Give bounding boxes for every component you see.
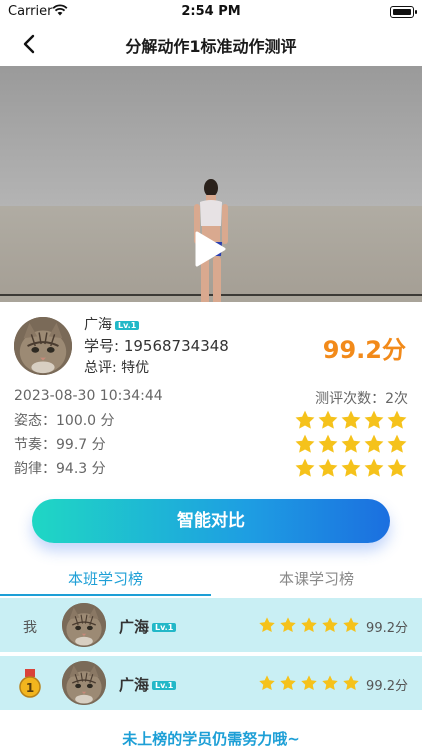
star-icon: [386, 457, 408, 479]
ranking-score: 99.2分: [366, 621, 408, 636]
star-icon: [279, 616, 297, 634]
avatar[interactable]: [14, 317, 72, 375]
ranking-stars: [258, 674, 360, 692]
star-icon: [363, 457, 385, 479]
metric-rhythm: 节奏：99.7 分: [14, 434, 408, 458]
star-icon: [340, 457, 362, 479]
ranking-tabs: 本班学习榜 本课学习榜: [0, 562, 422, 596]
star-icon: [317, 409, 339, 431]
metric-cadence-stars: [294, 457, 408, 479]
play-icon[interactable]: [193, 230, 227, 268]
list-item[interactable]: 我 广海 Lv.1 99.2分: [0, 598, 422, 652]
star-icon: [258, 674, 276, 692]
video-player[interactable]: [0, 66, 422, 302]
overall-eval-value: 特优: [121, 360, 150, 376]
student-id-label: 学号:: [84, 337, 120, 355]
star-icon: [342, 616, 360, 634]
tab-class-ranking[interactable]: 本班学习榜: [0, 568, 211, 589]
footer-encouragement: 未上榜的学员仍需努力哦~: [122, 730, 300, 748]
metric-cadence-label: 韵律：94.3 分: [14, 461, 106, 477]
metric-cadence: 韵律：94.3 分: [14, 458, 408, 482]
status-bar: Carrier 2:54 PM: [0, 0, 422, 24]
eval-count: 测评次数：2次: [315, 391, 408, 407]
level-badge: Lv.1: [152, 623, 177, 632]
medal-rank-number: 1: [26, 681, 34, 695]
star-icon: [294, 409, 316, 431]
star-icon: [340, 433, 362, 455]
star-icon: [386, 433, 408, 455]
star-icon: [279, 674, 297, 692]
nav-bar: 分解动作1标准动作测评: [0, 24, 422, 64]
star-icon: [317, 457, 339, 479]
metric-posture: 姿态：100.0 分: [14, 410, 408, 434]
ranking-name: 广海: [119, 676, 150, 694]
tab-course-ranking[interactable]: 本课学习榜: [211, 568, 422, 589]
star-icon: [317, 433, 339, 455]
star-icon: [342, 674, 360, 692]
smart-compare-button[interactable]: 智能对比: [32, 499, 390, 543]
student-id-row: 学号: 19568734348: [84, 335, 229, 356]
student-id-value: 19568734348: [123, 337, 229, 355]
rank-label-me: 我: [23, 620, 37, 636]
metric-rhythm-stars: [294, 433, 408, 455]
clock: 2:54 PM: [181, 4, 241, 19]
star-icon: [300, 674, 318, 692]
star-icon: [300, 616, 318, 634]
star-icon: [258, 616, 276, 634]
star-icon: [340, 409, 362, 431]
metric-rhythm-label: 节奏：99.7 分: [14, 437, 106, 453]
overall-eval-label: 总评:: [84, 360, 117, 376]
total-score: 99.2分: [322, 336, 406, 364]
ranking-name-row: 广海 Lv.1: [119, 616, 177, 637]
ranking-stars: [258, 616, 360, 634]
metric-posture-stars: [294, 409, 408, 431]
gold-medal-icon: 1: [19, 669, 41, 698]
page-title: 分解动作1标准动作测评: [125, 37, 297, 56]
student-name: 广海: [84, 317, 112, 333]
level-badge: Lv.1: [152, 681, 177, 690]
ranking-name-row: 广海 Lv.1: [119, 674, 177, 695]
tab-active-underline: [0, 594, 211, 596]
star-icon: [321, 616, 339, 634]
eval-datetime: 2023-08-30 10:34:44: [14, 388, 163, 404]
avatar: [62, 603, 106, 647]
student-profile: 广海 Lv.1 学号: 19568734348 总评: 特优 99.2分: [0, 312, 422, 382]
star-icon: [294, 433, 316, 455]
metric-posture-label: 姿态：100.0 分: [14, 413, 115, 429]
avatar: [62, 661, 106, 705]
ranking-score: 99.2分: [366, 679, 408, 694]
star-icon: [363, 433, 385, 455]
list-item[interactable]: 1 广海 Lv.1 99.2分: [0, 656, 422, 710]
ranking-name: 广海: [119, 618, 150, 636]
star-icon: [321, 674, 339, 692]
level-badge: Lv.1: [115, 320, 140, 330]
student-name-row: 广海 Lv.1: [84, 314, 140, 334]
overall-eval-row: 总评: 特优: [84, 357, 149, 377]
battery-icon: [390, 6, 417, 18]
star-icon: [294, 457, 316, 479]
star-icon: [386, 409, 408, 431]
star-icon: [363, 409, 385, 431]
